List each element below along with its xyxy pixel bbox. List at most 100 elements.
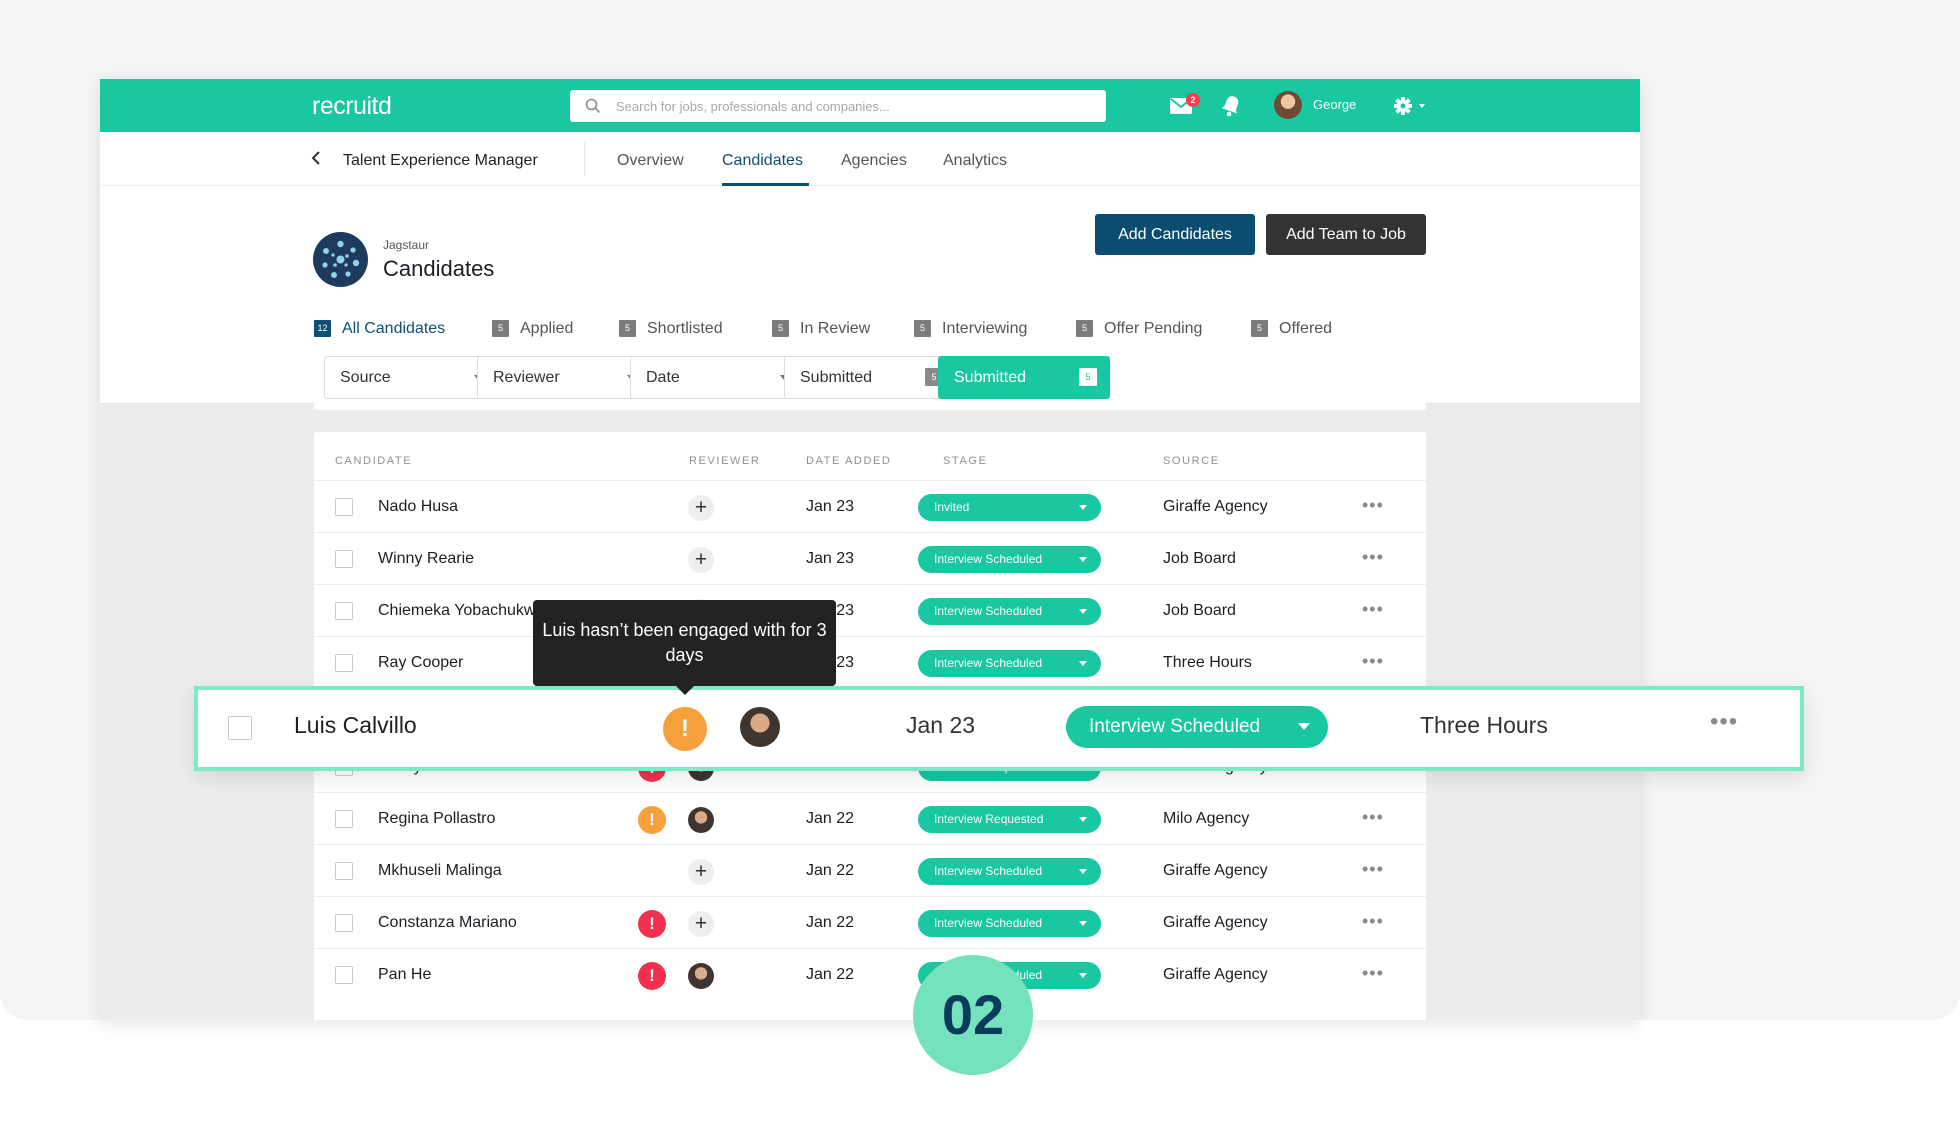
candidate-name[interactable]: Nado Husa — [378, 498, 458, 516]
tab-agencies[interactable]: Agencies — [841, 152, 907, 170]
stage-dropdown[interactable]: Interview Scheduled — [918, 546, 1101, 573]
stage-tab-interviewing[interactable]: 5 Interviewing — [914, 320, 1027, 338]
table-row[interactable]: Chiemeka Yobachukwu+Jan 23Interview Sche… — [314, 584, 1426, 636]
stage-tab-offer-pending[interactable]: 5 Offer Pending — [1076, 320, 1202, 338]
stage-tab-shortlisted[interactable]: 5 Shortlisted — [619, 320, 723, 338]
submitted-filter[interactable]: Submitted 5 — [784, 356, 956, 399]
candidate-name[interactable]: Regina Pollastro — [378, 810, 495, 828]
candidate-name[interactable]: Chiemeka Yobachukwu — [378, 602, 544, 620]
more-options-icon[interactable]: ••• — [1362, 599, 1384, 620]
column-header-reviewer[interactable]: REVIEWER — [689, 455, 760, 467]
column-header-source[interactable]: SOURCE — [1163, 455, 1220, 467]
stage-tab-in-review[interactable]: 5 In Review — [772, 320, 870, 338]
add-team-button[interactable]: Add Team to Job — [1266, 214, 1426, 255]
alert-icon[interactable]: ! — [638, 962, 666, 990]
stage-label: Interview Scheduled — [1089, 716, 1261, 737]
table-row[interactable]: Pan He!Jan 22Interview ScheduledGiraffe … — [314, 948, 1426, 1000]
stage-tab-all[interactable]: 12 All Candidates — [314, 320, 445, 338]
back-arrow-icon[interactable] — [310, 150, 322, 166]
row-checkbox[interactable] — [228, 716, 252, 740]
column-header-stage[interactable]: STAGE — [943, 455, 987, 467]
reviewer-filter[interactable]: Reviewer — [477, 356, 649, 399]
table-row[interactable]: Mkhuseli Malinga + Jan 22 Interview Schedul… — [314, 844, 1426, 896]
row-checkbox[interactable] — [335, 810, 353, 828]
date-added: Jan 23 — [806, 550, 855, 567]
stage-dropdown[interactable]: Interview Scheduled — [918, 858, 1101, 885]
stage-dropdown[interactable]: Interview Requested — [918, 806, 1101, 833]
add-reviewer-icon[interactable]: + — [688, 911, 714, 937]
reviewer-avatar[interactable] — [688, 963, 714, 989]
stage-dropdown[interactable]: Interview Scheduled — [918, 598, 1101, 625]
more-options-icon[interactable]: ••• — [1362, 859, 1384, 880]
tab-analytics[interactable]: Analytics — [943, 152, 1007, 170]
add-reviewer-icon[interactable]: + — [688, 495, 714, 521]
highlighted-candidate-row[interactable]: Luis Calvillo ! Jan 23 Interview Schedul… — [194, 686, 1804, 771]
candidate-name[interactable]: Ray Cooper — [378, 654, 463, 672]
column-header-date-added[interactable]: DATE ADDED — [806, 455, 891, 467]
more-options-icon[interactable]: ••• — [1362, 651, 1384, 672]
more-options-icon[interactable]: ••• — [1362, 547, 1384, 568]
submitted-filter-selected[interactable]: Submitted 5 — [938, 356, 1110, 399]
source-filter[interactable]: Source — [324, 356, 496, 399]
stage-dropdown[interactable]: Interview Scheduled — [1066, 706, 1328, 748]
stage-dropdown[interactable]: Interview Scheduled — [918, 650, 1101, 677]
row-checkbox[interactable] — [335, 862, 353, 880]
more-options-icon[interactable]: ••• — [1362, 963, 1384, 984]
column-header-candidate[interactable]: CANDIDATE — [335, 455, 412, 467]
add-reviewer-icon[interactable]: + — [688, 859, 714, 885]
company-logo — [313, 232, 368, 287]
user-name[interactable]: George — [1313, 97, 1356, 112]
alert-icon[interactable]: ! — [638, 910, 666, 938]
alert-icon[interactable]: ! — [663, 707, 707, 751]
table-row[interactable]: Regina Pollastro! Jan 22 Interview Request… — [314, 792, 1426, 844]
search-box[interactable] — [570, 90, 1106, 122]
search-input[interactable] — [616, 90, 1086, 122]
table-row[interactable]: Winny Rearie + Jan 23 Interview Scheduled Jo… — [314, 532, 1426, 584]
stage-tab-count: 5 — [772, 320, 789, 337]
row-checkbox[interactable] — [335, 498, 353, 516]
table-row[interactable]: Nado Husa + Jan 23 Invited Giraffe Agency ••• — [314, 480, 1426, 532]
stage-dropdown[interactable]: Invited — [918, 494, 1101, 521]
add-candidates-button[interactable]: Add Candidates — [1095, 214, 1255, 255]
alert-icon[interactable]: ! — [638, 806, 666, 834]
date-added: Jan 23 — [806, 498, 855, 515]
row-checkbox[interactable] — [335, 914, 353, 932]
table-row[interactable]: Ray Cooper+Jan 23Interview ScheduledThre… — [314, 636, 1426, 688]
more-options-icon[interactable]: ••• — [1362, 495, 1384, 516]
more-options-icon[interactable]: ••• — [1362, 911, 1384, 932]
chevron-down-icon — [1079, 973, 1087, 978]
candidate-source: Giraffe Agency — [1163, 966, 1268, 983]
logo[interactable]: recruitd — [312, 92, 392, 121]
row-checkbox[interactable] — [335, 550, 353, 568]
date-filter[interactable]: Date — [630, 356, 802, 399]
candidate-name[interactable]: Mkhuseli Malinga — [378, 862, 502, 880]
row-checkbox[interactable] — [335, 654, 353, 672]
candidate-name[interactable]: Constanza Mariano — [378, 914, 517, 932]
stage-dropdown[interactable]: Interview Scheduled — [918, 910, 1101, 937]
job-title: Talent Experience Manager — [343, 152, 538, 169]
candidate-name[interactable]: Pan He — [378, 966, 431, 984]
add-reviewer-icon[interactable]: + — [688, 547, 714, 573]
candidate-name[interactable]: Winny Rearie — [378, 550, 474, 568]
stage-tab-count: 12 — [314, 320, 331, 337]
stage-tab-offered[interactable]: 5 Offered — [1251, 320, 1332, 338]
date-added: Jan 22 — [806, 914, 855, 931]
stage-tab-label: In Review — [800, 320, 871, 337]
bell-icon[interactable] — [1220, 94, 1242, 118]
more-options-icon[interactable]: ••• — [1710, 708, 1738, 736]
reviewer-avatar[interactable] — [688, 807, 714, 833]
candidate-source: Three Hours — [1163, 654, 1252, 671]
reviewer-avatar[interactable] — [740, 707, 780, 747]
candidate-source: Milo Agency — [1163, 810, 1250, 827]
gear-icon[interactable] — [1393, 96, 1427, 116]
tab-overview[interactable]: Overview — [617, 152, 684, 170]
candidate-name[interactable]: Luis Calvillo — [294, 712, 417, 739]
row-checkbox[interactable] — [335, 966, 353, 984]
user-avatar[interactable] — [1274, 91, 1302, 119]
row-checkbox[interactable] — [335, 602, 353, 620]
table-row[interactable]: Constanza Mariano! + Jan 22 Interview Sched… — [314, 896, 1426, 948]
stage-tab-applied[interactable]: 5 Applied — [492, 320, 573, 338]
tab-candidates[interactable]: Candidates — [722, 152, 803, 170]
top-bar: recruitd 2 George — [100, 79, 1640, 132]
more-options-icon[interactable]: ••• — [1362, 807, 1384, 828]
